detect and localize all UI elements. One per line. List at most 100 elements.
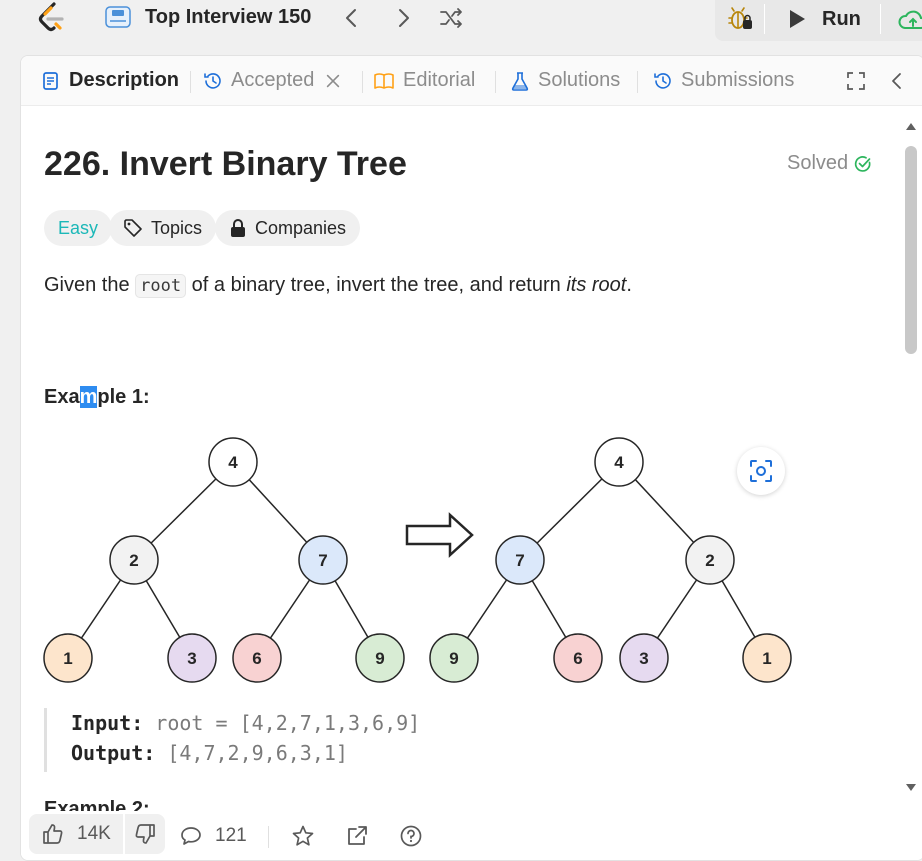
debug-icon[interactable] (727, 6, 753, 32)
comments-button[interactable]: 121 (179, 824, 247, 848)
book-icon (374, 72, 394, 89)
study-plan-icon[interactable] (104, 5, 132, 29)
scan-icon (750, 460, 772, 482)
desc-text: Given the (44, 274, 136, 296)
dislike-button[interactable] (124, 814, 165, 854)
tree-node-label: 1 (762, 649, 771, 668)
tree-node-label: 4 (228, 453, 238, 472)
divider (764, 4, 765, 34)
output-value: [4,7,2,9,6,3,1] (167, 741, 348, 765)
divider (880, 4, 881, 34)
image-scan-button[interactable] (737, 447, 785, 495)
run-label: Run (822, 7, 861, 30)
upload-icon[interactable] (897, 8, 922, 32)
tree-node-label: 3 (639, 649, 648, 668)
maximize-icon[interactable] (846, 71, 866, 91)
example-title-text: ple 1: (97, 386, 150, 408)
topics-label: Topics (151, 217, 203, 238)
tree-node-label: 9 (375, 649, 384, 668)
run-button[interactable]: Run (786, 5, 861, 33)
like-button[interactable]: 14K (29, 814, 123, 854)
input-line: Input: root = [4,2,7,1,3,6,9] (71, 708, 420, 738)
comment-icon (181, 827, 201, 845)
tab-editorial[interactable]: Editorial (373, 69, 475, 92)
tree-node-label: 6 (252, 649, 261, 668)
problem-title[interactable]: 226. Invert Binary Tree (44, 145, 407, 184)
output-line: Output: [4,7,2,9,6,3,1] (71, 738, 420, 768)
solved-label: Solved (787, 152, 849, 174)
text-selection: m (79, 386, 98, 408)
tree-node-label: 9 (449, 649, 458, 668)
problem-description: Given the root of a binary tree, invert … (44, 274, 632, 298)
invert-tree-diagram: 4 2 7 1 3 6 9 4 7 2 9 6 3 1 (43, 437, 792, 683)
tree-node-label: 4 (614, 453, 624, 472)
shuffle-icon[interactable] (439, 6, 463, 30)
tree-node-label: 2 (705, 551, 714, 570)
chevron-left-icon[interactable] (340, 6, 364, 30)
scrollbar[interactable] (904, 120, 918, 810)
flask-icon (511, 71, 529, 91)
check-circle-icon (854, 155, 871, 172)
collapse-icon[interactable] (887, 71, 907, 91)
tab-submissions[interactable]: Submissions (653, 69, 794, 92)
tab-label: Editorial (403, 69, 476, 91)
output-label: Output: (71, 741, 156, 765)
tab-solutions[interactable]: Solutions (510, 69, 620, 92)
divider (190, 71, 191, 93)
example-1-title: Example 1: (44, 386, 150, 409)
divider (268, 826, 269, 848)
like-count: 14K (77, 823, 111, 844)
difficulty-badge: Easy (44, 210, 113, 246)
companies-label: Companies (255, 217, 347, 238)
companies-button[interactable]: Companies (215, 210, 361, 246)
topics-button[interactable]: Topics (109, 210, 217, 246)
difficulty-label: Easy (58, 217, 99, 238)
lock-icon (231, 219, 245, 237)
bottom-action-bar: 14K 121 (21, 811, 922, 860)
example-title-text: Exa (44, 386, 80, 408)
tab-label: Solutions (538, 69, 621, 91)
chevron-right-icon[interactable] (391, 6, 415, 30)
comment-count: 121 (215, 825, 247, 846)
inline-code: root (135, 274, 187, 298)
thumbs-down-icon (135, 824, 155, 844)
desc-emphasis: its root (566, 274, 627, 296)
tab-label: Submissions (681, 69, 795, 91)
vote-group: 14K (29, 814, 165, 854)
scroll-up-icon[interactable] (904, 120, 918, 132)
example-1-io: Input: root = [4,2,7,1,3,6,9] Output: [4… (44, 708, 420, 772)
scroll-down-icon[interactable] (904, 782, 918, 794)
top-bar: Top Interview 150 Run (0, 0, 922, 41)
share-icon[interactable] (345, 824, 369, 848)
divider (495, 71, 496, 93)
history-icon (204, 72, 221, 89)
tree-node-label: 7 (515, 551, 524, 570)
tab-label: Accepted (231, 69, 315, 91)
description-icon (43, 71, 58, 90)
divider (362, 71, 363, 93)
tab-accepted[interactable]: Accepted (203, 69, 342, 92)
divider (637, 71, 638, 93)
solved-status: Solved (787, 152, 872, 175)
tree-node-label: 2 (129, 551, 138, 570)
desc-text: of a binary tree, invert the tree, and r… (186, 274, 567, 296)
scroll-thumb[interactable] (905, 146, 917, 354)
help-icon[interactable] (399, 824, 423, 848)
close-icon[interactable] (324, 72, 342, 90)
tab-bar: Description Accepted Editorial Solutions… (21, 56, 922, 106)
description-panel: Description Accepted Editorial Solutions… (20, 55, 922, 861)
study-plan-title[interactable]: Top Interview 150 (145, 6, 311, 29)
thumbs-up-icon (43, 824, 63, 844)
input-value: root = [4,2,7,1,3,6,9] (155, 711, 421, 735)
tree-node-label: 3 (187, 649, 196, 668)
tree-node-label: 6 (573, 649, 582, 668)
arrow-right-icon (405, 512, 474, 558)
tab-description[interactable]: Description (41, 69, 179, 92)
star-icon[interactable] (291, 824, 315, 848)
input-label: Input: (71, 711, 144, 735)
tree-node-label: 1 (63, 649, 72, 668)
leetcode-logo[interactable] (36, 2, 68, 32)
tag-icon (124, 219, 142, 237)
tab-label: Description (69, 69, 180, 91)
history-icon (654, 72, 671, 89)
